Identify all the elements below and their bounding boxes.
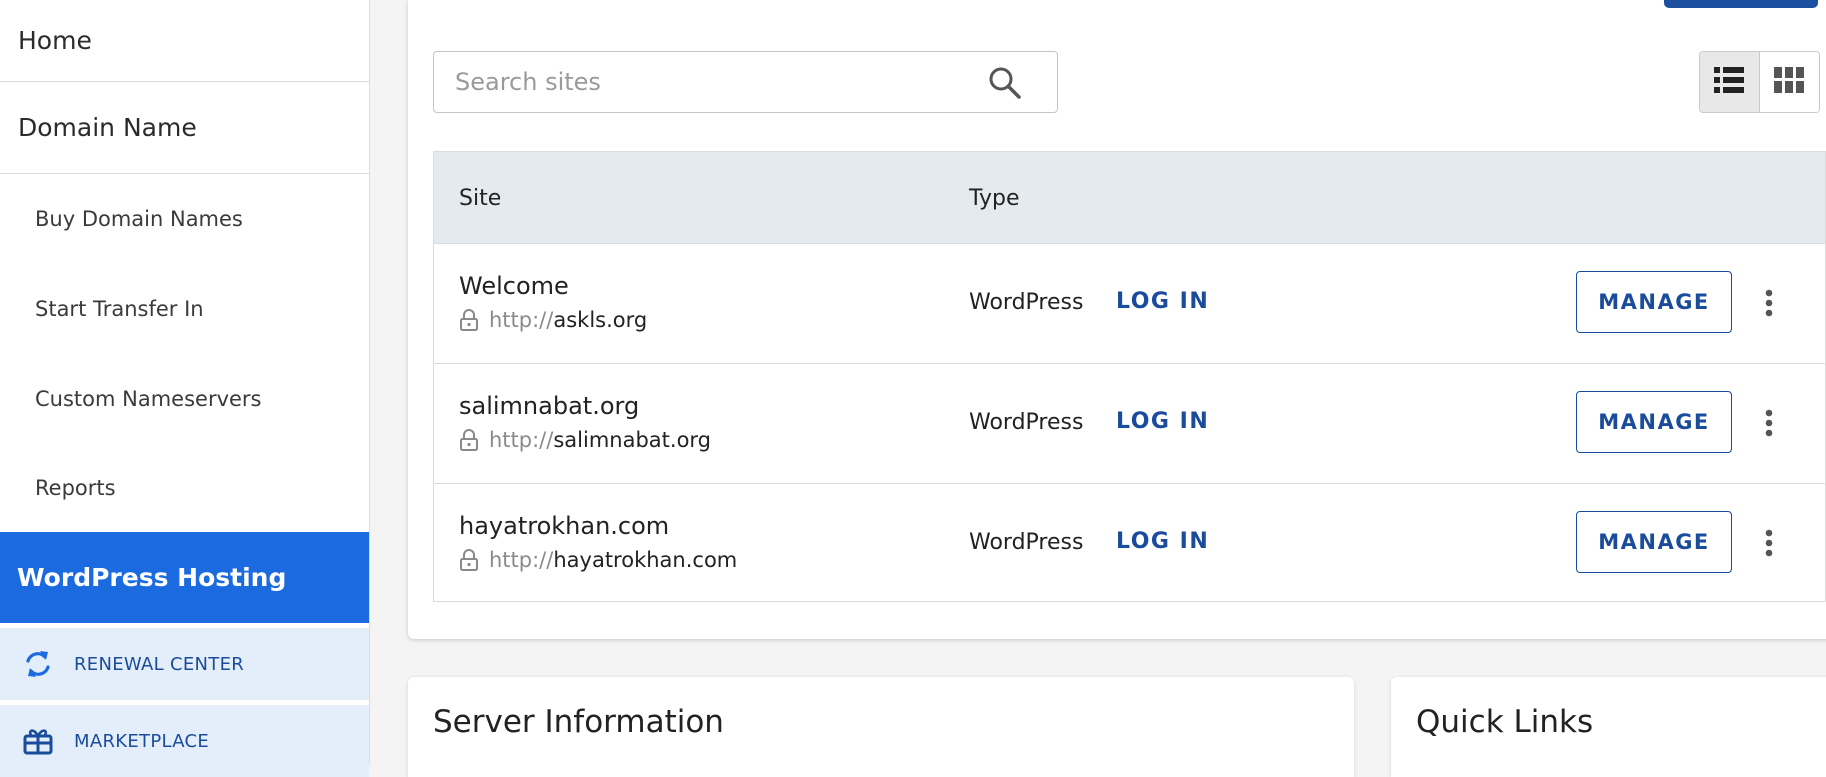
url-host: salimnabat.org xyxy=(553,428,712,452)
sidebar-item-home[interactable]: Home xyxy=(0,0,369,82)
quick-links-card: Quick Links xyxy=(1391,677,1826,777)
sidebar-item-label: WordPress Hosting xyxy=(17,563,287,592)
lock-icon xyxy=(459,309,479,331)
site-type: WordPress xyxy=(969,290,1084,315)
lock-icon xyxy=(459,549,479,571)
search-box xyxy=(433,51,1058,113)
sidebar-item-renewal-center[interactable]: RENEWAL CENTER xyxy=(0,623,369,700)
refresh-icon xyxy=(22,648,54,680)
manage-button[interactable]: MANAGE xyxy=(1576,391,1732,453)
table-row: salimnabat.org http://salimnabat.org Wor… xyxy=(434,364,1825,484)
card-title-quick-links: Quick Links xyxy=(1416,704,1594,740)
site-name: Welcome xyxy=(459,272,569,300)
sidebar-item-marketplace[interactable]: MARKETPLACE xyxy=(0,700,369,777)
lock-icon xyxy=(459,429,479,451)
grid-view-button[interactable] xyxy=(1759,52,1819,112)
site-type: WordPress xyxy=(969,410,1084,435)
site-url[interactable]: http://askls.org xyxy=(459,308,647,332)
login-link[interactable]: LOG IN xyxy=(1116,409,1209,434)
url-host: hayatrokhan.com xyxy=(553,548,738,572)
sidebar-item-buy-domain-names[interactable]: Buy Domain Names xyxy=(0,174,369,264)
column-header-type: Type xyxy=(969,186,1020,211)
more-options-icon[interactable] xyxy=(1754,280,1784,326)
site-url[interactable]: http://salimnabat.org xyxy=(459,428,711,452)
search-icon[interactable] xyxy=(988,66,1022,100)
sidebar: Home Domain Name Buy Domain Names Start … xyxy=(0,0,370,777)
table-row: hayatrokhan.com http://hayatrokhan.com W… xyxy=(434,484,1825,604)
sidebar-item-label: Reports xyxy=(35,476,116,500)
sidebar-item-domain-name[interactable]: Domain Name xyxy=(0,82,369,174)
manage-button[interactable]: MANAGE xyxy=(1576,511,1732,573)
gift-icon xyxy=(22,725,54,757)
sidebar-item-label: Buy Domain Names xyxy=(35,207,243,231)
card-title-server-information: Server Information xyxy=(433,704,724,740)
sidebar-item-label: MARKETPLACE xyxy=(74,730,210,752)
url-protocol: http:// xyxy=(489,548,554,572)
search-input[interactable] xyxy=(434,52,984,112)
sidebar-item-label: RENEWAL CENTER xyxy=(74,653,245,675)
sidebar-item-start-transfer-in[interactable]: Start Transfer In xyxy=(0,264,369,354)
sidebar-item-reports[interactable]: Reports xyxy=(0,444,369,532)
table-row: Welcome http://askls.org WordPress LOG I… xyxy=(434,244,1825,364)
list-view-icon xyxy=(1714,67,1745,97)
site-type: WordPress xyxy=(969,530,1084,555)
sidebar-item-custom-nameservers[interactable]: Custom Nameservers xyxy=(0,354,369,444)
more-options-icon[interactable] xyxy=(1754,520,1784,566)
sidebar-item-wordpress-hosting[interactable]: WordPress Hosting xyxy=(0,532,369,623)
sidebar-item-label: Custom Nameservers xyxy=(35,387,262,411)
table-header: Site Type xyxy=(434,152,1825,244)
site-name: hayatrokhan.com xyxy=(459,512,670,540)
url-protocol: http:// xyxy=(489,308,554,332)
sidebar-item-label: Start Transfer In xyxy=(35,297,204,321)
top-action-button[interactable] xyxy=(1664,0,1818,8)
column-header-site: Site xyxy=(459,186,502,211)
server-information-card: Server Information xyxy=(408,677,1354,777)
grid-view-icon xyxy=(1774,67,1805,97)
site-url[interactable]: http://hayatrokhan.com xyxy=(459,548,737,572)
sidebar-item-label: Domain Name xyxy=(18,113,197,142)
sidebar-item-label: Home xyxy=(18,26,92,55)
list-view-button[interactable] xyxy=(1700,52,1760,112)
sites-table: Site Type Welcome http://askls.org WordP… xyxy=(433,151,1826,602)
site-name: salimnabat.org xyxy=(459,392,640,420)
more-options-icon[interactable] xyxy=(1754,400,1784,446)
url-protocol: http:// xyxy=(489,428,554,452)
manage-button[interactable]: MANAGE xyxy=(1576,271,1732,333)
login-link[interactable]: LOG IN xyxy=(1116,289,1209,314)
login-link[interactable]: LOG IN xyxy=(1116,529,1209,554)
view-toggle xyxy=(1699,51,1820,113)
url-host: askls.org xyxy=(553,308,648,332)
